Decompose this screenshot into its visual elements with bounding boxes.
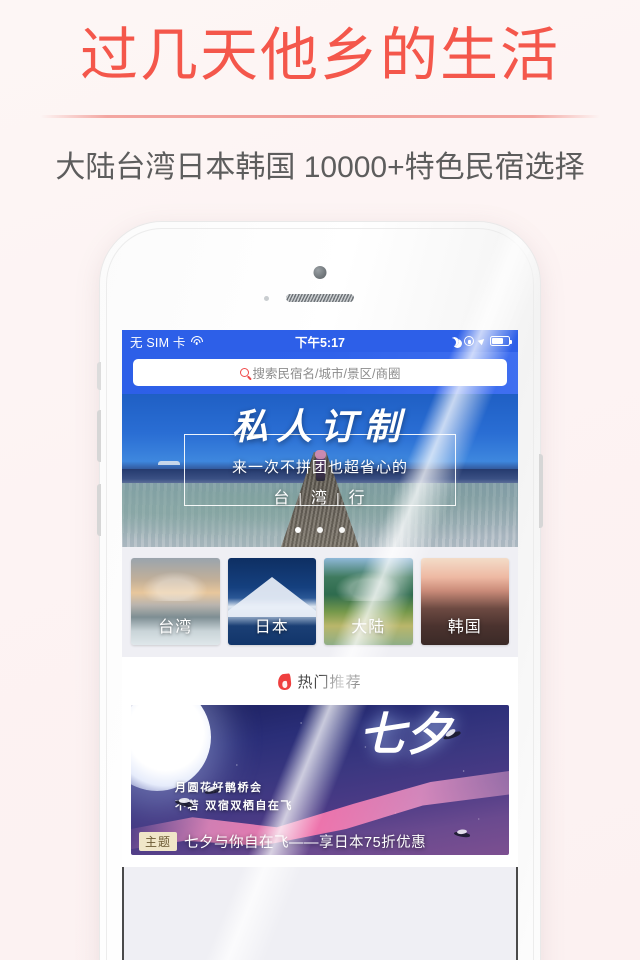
- carousel-dot-3[interactable]: [339, 527, 346, 533]
- promo-header: 过几天他乡的生活 大陆台湾日本韩国 10000+特色民宿选择: [0, 0, 640, 186]
- status-bar-right: [450, 336, 512, 346]
- hot-section-title: 热门推荐: [297, 674, 362, 691]
- banner-sep-2: |: [336, 490, 342, 506]
- rotation-lock-icon: [464, 336, 474, 346]
- proximity-sensor: [264, 296, 269, 301]
- flame-icon: [277, 672, 293, 691]
- phone-body: 无 SIM 卡 下午5:17 搜索民宿名/城市/景区/商圈 私人订制 来一次不拼…: [97, 222, 543, 960]
- category-card-taiwan[interactable]: 台湾: [131, 558, 220, 645]
- page-subtitle: 大陆台湾日本韩国 10000+特色民宿选择: [55, 150, 585, 184]
- promo-card[interactable]: 七夕 月圆花好鹊桥会 不若 双宿双栖自在飞 主题 七夕与你自在飞——享日本75折…: [131, 704, 509, 855]
- hero-banner-carousel[interactable]: 私人订制 来一次不拼团也超省心的 台 | 湾 | 行: [122, 394, 518, 547]
- banner-sep-1: |: [298, 490, 304, 506]
- status-bar: 无 SIM 卡 下午5:17: [122, 330, 518, 352]
- search-zone: 搜索民宿名/城市/景区/商圈: [122, 352, 518, 394]
- promo-title: 七夕与你自在飞——享日本75折优惠: [184, 834, 427, 851]
- volume-down-button[interactable]: [97, 484, 101, 536]
- banner-tag-1: 台: [273, 490, 292, 507]
- promo-poem-line-2: 不若 双宿双栖自在飞: [175, 799, 293, 813]
- category-card-korea[interactable]: 韩国: [420, 558, 509, 645]
- carousel-dot-1[interactable]: [294, 527, 301, 533]
- promo-card-wrap: 七夕 月圆花好鹊桥会 不若 双宿双栖自在飞 主题 七夕与你自在飞——享日本75折…: [122, 704, 518, 867]
- destination-categories: 台湾 日本 大陆 韩国: [122, 547, 518, 657]
- promo-badge: 主题: [139, 831, 178, 851]
- category-card-mainland[interactable]: 大陆: [324, 558, 413, 645]
- banner-tagline: 台 | 湾 | 行: [122, 482, 518, 510]
- phone-mockup: 无 SIM 卡 下午5:17 搜索民宿名/城市/景区/商圈 私人订制 来一次不拼…: [97, 222, 543, 960]
- carousel-dot-2[interactable]: [317, 527, 323, 533]
- promo-headline: 七夕: [359, 706, 451, 761]
- front-camera: [313, 266, 327, 279]
- banner-headline: 私人订制: [231, 406, 408, 448]
- category-label: 台湾: [158, 619, 193, 636]
- category-label: 韩国: [447, 619, 482, 636]
- volume-up-button[interactable]: [97, 410, 101, 462]
- search-icon: [239, 368, 249, 377]
- moon-icon: [450, 337, 459, 346]
- search-placeholder: 搜索民宿名/城市/景区/商圈: [252, 367, 401, 381]
- ring-switch[interactable]: [97, 362, 101, 390]
- category-label: 大陆: [351, 619, 386, 636]
- promo-caption-bar: 主题 七夕与你自在飞——享日本75折优惠: [131, 828, 509, 855]
- search-input[interactable]: 搜索民宿名/城市/景区/商圈: [133, 359, 507, 386]
- banner-subtitle: 来一次不拼团也超省心的: [231, 459, 408, 476]
- page-title: 过几天他乡的生活: [79, 23, 560, 88]
- earpiece-speaker: [286, 294, 354, 302]
- hot-section-header: 热门推荐: [122, 657, 518, 705]
- power-button[interactable]: [539, 454, 543, 528]
- promo-poem-line-1: 月圆花好鹊桥会: [175, 780, 263, 794]
- hot-section-inner: 热门推荐: [277, 671, 362, 692]
- banner-tag-2: 湾: [310, 490, 329, 507]
- title-divider: [40, 114, 600, 118]
- category-card-japan[interactable]: 日本: [227, 558, 316, 645]
- location-arrow-icon: [477, 336, 487, 346]
- phone-screen: 无 SIM 卡 下午5:17 搜索民宿名/城市/景区/商圈 私人订制 来一次不拼…: [122, 330, 518, 960]
- promo-poem: 月圆花好鹊桥会 不若 双宿双栖自在飞: [175, 779, 293, 816]
- category-label: 日本: [254, 619, 289, 636]
- battery-icon: [490, 336, 512, 346]
- banner-tag-3: 行: [348, 490, 367, 507]
- carousel-indicators[interactable]: [122, 520, 518, 538]
